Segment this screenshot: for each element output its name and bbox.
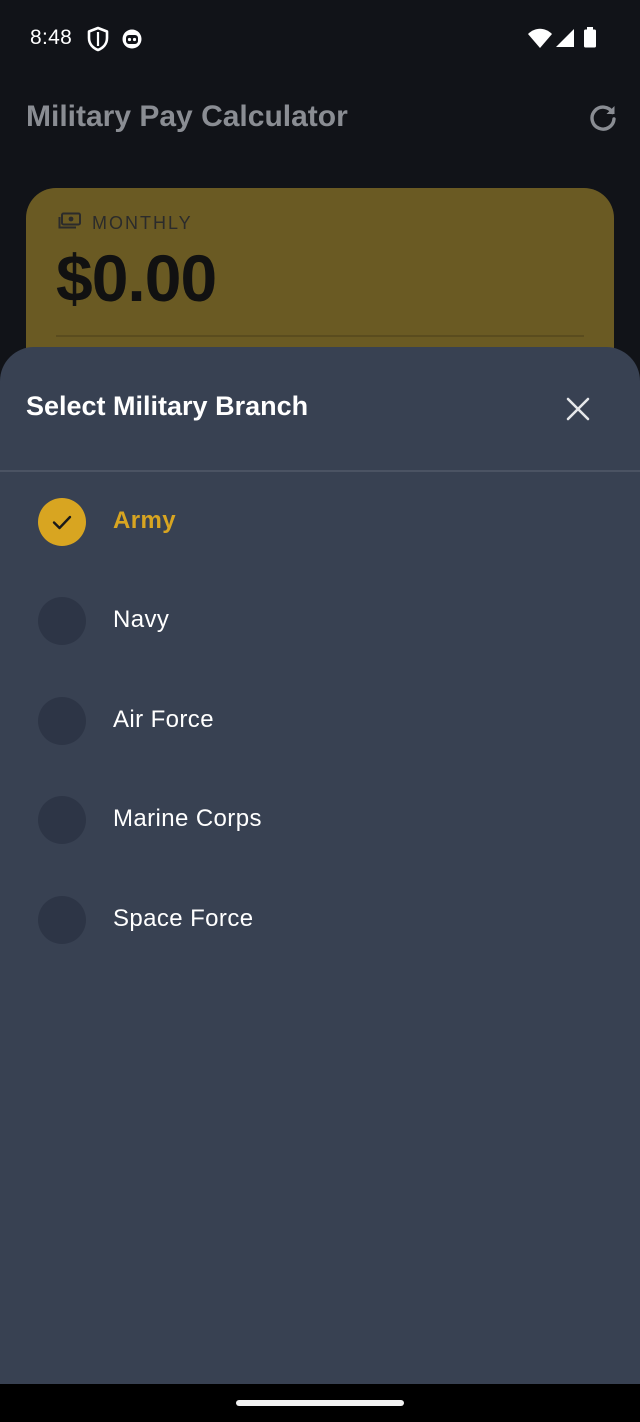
close-button[interactable] [558, 389, 598, 429]
branch-option-space-force[interactable]: Space Force [0, 872, 640, 968]
app-title: Military Pay Calculator [26, 100, 348, 133]
robot-face-icon [120, 26, 144, 52]
refresh-button[interactable] [584, 100, 622, 138]
radio-unselected[interactable] [38, 796, 86, 844]
radio-unselected[interactable] [38, 896, 86, 944]
branch-option-air-force[interactable]: Air Force [0, 673, 640, 769]
cash-icon [58, 212, 82, 235]
shield-icon [86, 26, 110, 52]
battery-icon [582, 26, 606, 52]
radio-unselected[interactable] [38, 697, 86, 745]
status-time: 8:48 [30, 26, 73, 49]
close-icon [566, 397, 590, 421]
navigation-bar [0, 1384, 640, 1422]
branch-label: Marine Corps [113, 805, 262, 832]
refresh-icon [590, 105, 616, 131]
wifi-icon [527, 26, 552, 52]
branch-label: Space Force [113, 905, 254, 932]
radio-unselected[interactable] [38, 597, 86, 645]
app-screen: 8:48 Military Pay Calculator MONTHLY $0.… [0, 0, 640, 1422]
card-divider [56, 335, 584, 337]
branch-selection-sheet: Select Military Branch Army Navy Air For… [0, 347, 640, 1384]
status-bar: 8:48 [0, 0, 640, 80]
branch-option-army[interactable]: Army [0, 474, 640, 570]
check-icon [52, 515, 72, 530]
monthly-amount: $0.00 [56, 241, 217, 315]
radio-selected[interactable] [38, 498, 86, 546]
card-label: MONTHLY [58, 212, 193, 235]
sheet-divider [0, 470, 640, 472]
branch-option-marine-corps[interactable]: Marine Corps [0, 772, 640, 868]
branch-option-navy[interactable]: Navy [0, 573, 640, 669]
sheet-title: Select Military Branch [26, 391, 309, 421]
branch-label: Navy [113, 606, 170, 633]
branch-label: Army [113, 507, 176, 534]
home-indicator[interactable] [236, 1400, 404, 1406]
cellular-signal-icon [554, 26, 578, 52]
card-label-text: MONTHLY [92, 213, 193, 233]
branch-label: Air Force [113, 706, 214, 733]
